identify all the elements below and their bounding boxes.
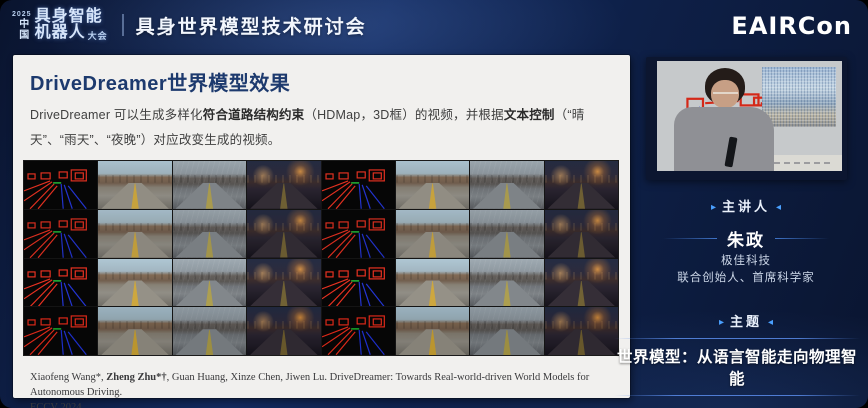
- scene-tile-day: [98, 161, 171, 209]
- speaker-organization: 极佳科技: [626, 252, 866, 268]
- arrow-right-icon: ▸: [713, 317, 730, 328]
- scene-tile-hdmap: [24, 210, 97, 258]
- scene-tile-hdmap: [24, 307, 97, 355]
- scene-tile-rain: [173, 210, 246, 258]
- scene-tile-rain: [470, 307, 543, 355]
- paper-citation: Xiaofeng Wang*, Zheng Zhu*†, Guan Huang,…: [30, 370, 618, 408]
- scene-tile-rain: [470, 259, 543, 307]
- event-title: 具身世界模型技术研讨会: [136, 12, 367, 39]
- scene-tile-day: [396, 307, 469, 355]
- street-photo: [762, 67, 836, 128]
- decor-line-right: [775, 238, 829, 239]
- scene-tile-rain: [173, 259, 246, 307]
- logo-line1: 具身智能: [35, 9, 108, 25]
- hdmap-wireframe-icon: [322, 259, 395, 307]
- hdmap-wireframe-icon: [24, 259, 97, 307]
- hdmap-wireframe-icon: [24, 161, 97, 209]
- arrow-left-icon: ◂: [762, 317, 779, 328]
- scene-tile-night: [545, 307, 618, 355]
- slide-title: DriveDreamer世界模型效果: [30, 67, 290, 96]
- header-bar: 2025 中国 具身智能 机器人 大会 具身世界模型技术研讨会 EAIRCon: [0, 0, 868, 50]
- decor-line-left: [663, 238, 717, 239]
- scene-tile-hdmap: [322, 259, 395, 307]
- scene-tile-rain: [173, 307, 246, 355]
- presentation-slide: DriveDreamer世界模型效果 DriveDreamer 可以生成多样化符…: [13, 55, 630, 398]
- scene-grid: [24, 161, 618, 355]
- scene-tile-hdmap: [322, 161, 395, 209]
- topic-label: ▸主题◂: [626, 311, 866, 330]
- scene-tile-hdmap: [24, 161, 97, 209]
- speaker-name: 朱政: [727, 226, 765, 251]
- scene-tile-night: [247, 210, 320, 258]
- arrow-right-icon: ▸: [705, 202, 722, 213]
- scene-tile-hdmap: [24, 259, 97, 307]
- arrow-left-icon: ◂: [770, 202, 787, 213]
- scene-tile-rain: [470, 161, 543, 209]
- projection-screen: [657, 61, 842, 171]
- hdmap-wireframe-icon: [322, 161, 395, 209]
- scene-tile-day: [98, 210, 171, 258]
- presenter: [674, 107, 774, 171]
- hdmap-wireframe-icon: [24, 210, 97, 258]
- hdmap-wireframe-icon: [24, 307, 97, 355]
- logo-line2: 机器人: [35, 25, 86, 41]
- scene-tile-day: [396, 161, 469, 209]
- scene-tile-night: [247, 307, 320, 355]
- hdmap-wireframe-icon: [322, 307, 395, 355]
- speaker-label: ▸主讲人◂: [626, 196, 866, 215]
- scene-tile-rain: [173, 161, 246, 209]
- scene-tile-night: [247, 161, 320, 209]
- scene-tile-day: [396, 210, 469, 258]
- speaker-video: [646, 57, 847, 180]
- scene-tile-day: [98, 259, 171, 307]
- scene-tile-night: [545, 210, 618, 258]
- scene-tile-day: [98, 307, 171, 355]
- header-divider: [122, 14, 124, 36]
- scene-tile-night: [545, 259, 618, 307]
- logo-year: 2025: [12, 11, 32, 18]
- conference-logo: 2025 中国 具身智能 机器人 大会: [12, 9, 108, 41]
- scene-tile-rain: [470, 210, 543, 258]
- logo-suffix: 大会: [88, 32, 108, 41]
- scene-tile-hdmap: [322, 210, 395, 258]
- eaircon-logo: EAIRCon: [731, 12, 852, 40]
- webinar-frame: 2025 中国 具身智能 机器人 大会 具身世界模型技术研讨会 EAIRCon …: [0, 0, 868, 408]
- talk-title: 世界模型：从语言智能走向物理智能: [614, 338, 860, 396]
- scene-tile-night: [545, 161, 618, 209]
- logo-country: 中国: [17, 18, 27, 40]
- scene-tile-night: [247, 259, 320, 307]
- presenter-glasses: [713, 92, 738, 100]
- scene-tile-hdmap: [322, 307, 395, 355]
- slide-paragraph: DriveDreamer 可以生成多样化符合道路结构约束（HDMap，3D框）的…: [30, 103, 616, 153]
- speaker-role: 联合创始人、首席科学家: [626, 269, 866, 285]
- scene-tile-day: [396, 259, 469, 307]
- hdmap-wireframe-icon: [322, 210, 395, 258]
- speaker-name-row: 朱政: [626, 226, 866, 251]
